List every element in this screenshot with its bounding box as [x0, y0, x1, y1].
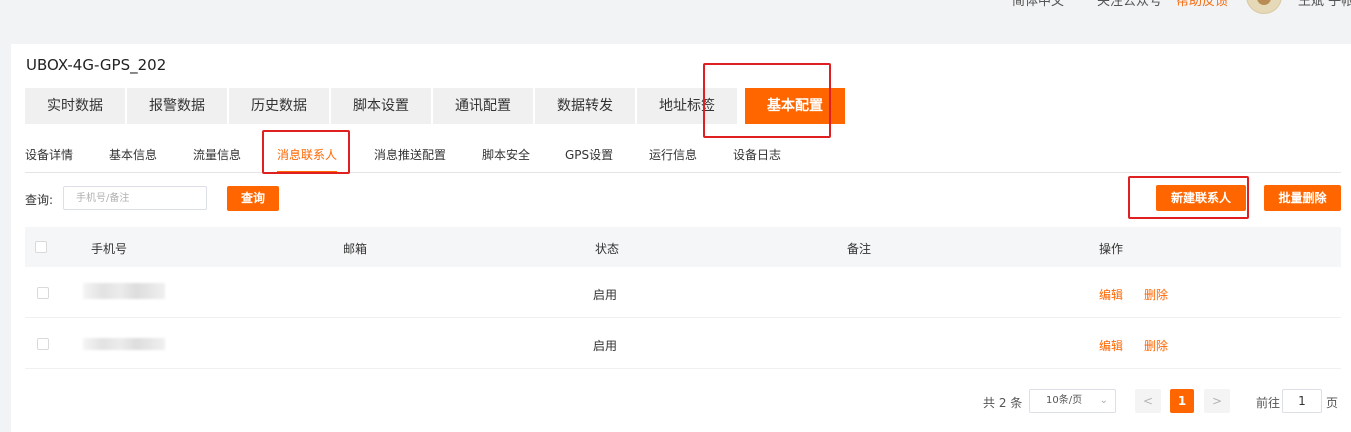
tab-basic-config[interactable]: 基本配置 [745, 88, 845, 124]
table-row: 启用 编辑 删除 [25, 267, 1341, 318]
tab-history-data[interactable]: 历史数据 [229, 88, 329, 124]
tab-communication-config[interactable]: 通讯配置 [433, 88, 533, 124]
select-all-checkbox[interactable] [35, 241, 47, 253]
row-checkbox[interactable] [37, 287, 49, 299]
subtab-traffic-info[interactable]: 流量信息 [193, 146, 241, 171]
phone-number-redacted [83, 283, 165, 299]
status-text: 启用 [593, 288, 618, 302]
phone-number-redacted [83, 338, 165, 350]
tab-realtime-data[interactable]: 实时数据 [25, 88, 125, 124]
batch-delete-button[interactable]: 批量删除 [1264, 185, 1341, 211]
edit-link[interactable]: 编辑 [1099, 337, 1123, 354]
page-size-select[interactable]: 10条/页 ⌄ [1029, 389, 1116, 413]
language-switch[interactable]: 简体中文 [1012, 0, 1064, 9]
prev-page-button[interactable]: < [1135, 389, 1161, 413]
edit-link[interactable]: 编辑 [1099, 286, 1123, 303]
tab-alarm-data[interactable]: 报警数据 [127, 88, 227, 124]
subtab-message-contacts[interactable]: 消息联系人 [277, 146, 338, 173]
tab-address-tags[interactable]: 地址标签 [637, 88, 737, 124]
subtab-script-security[interactable]: 脚本安全 [482, 146, 530, 171]
device-title: UBOX-4G-GPS_202 [26, 56, 167, 74]
delete-link[interactable]: 删除 [1144, 286, 1168, 303]
delete-link[interactable]: 删除 [1144, 337, 1168, 354]
query-button[interactable]: 查询 [227, 186, 279, 211]
tab-script-settings[interactable]: 脚本设置 [331, 88, 431, 124]
column-actions: 操作 [1099, 242, 1124, 256]
main-tab-bar: 实时数据 报警数据 历史数据 脚本设置 通讯配置 数据转发 地址标签 基本配置 [25, 88, 847, 124]
column-note: 备注 [847, 242, 872, 256]
subtab-device-details[interactable]: 设备详情 [25, 146, 73, 171]
goto-unit: 页 [1326, 396, 1339, 410]
column-phone: 手机号 [91, 242, 128, 256]
avatar-face-icon [1257, 0, 1271, 5]
column-email: 邮箱 [343, 242, 368, 256]
subtab-device-log[interactable]: 设备日志 [733, 146, 781, 171]
subtab-runtime-info[interactable]: 运行信息 [649, 146, 697, 171]
search-input[interactable] [63, 186, 207, 210]
table-header: 手机号 邮箱 状态 备注 操作 [25, 227, 1341, 267]
pagination-total: 共 2 条 [983, 396, 1023, 410]
page-size-value: 10条/页 [1046, 395, 1083, 406]
chevron-down-icon: ⌄ [1099, 395, 1108, 406]
row-checkbox[interactable] [37, 338, 49, 350]
status-text: 启用 [593, 339, 618, 353]
subtab-gps-settings[interactable]: GPS设置 [565, 146, 613, 171]
follow-official-account-link[interactable]: 关注公众号 [1097, 0, 1162, 9]
tab-data-forwarding[interactable]: 数据转发 [535, 88, 635, 124]
sub-tab-bar: 设备详情 基本信息 流量信息 消息联系人 消息推送配置 脚本安全 GPS设置 运… [25, 146, 1341, 173]
query-label: 查询: [25, 193, 54, 207]
top-header: 简体中文 关注公众号 帮助反馈 王斌 子帐 [0, 0, 1351, 28]
goto-page-input[interactable]: 1 [1282, 389, 1322, 413]
help-feedback-link[interactable]: 帮助反馈 [1176, 0, 1228, 9]
current-page-button[interactable]: 1 [1170, 389, 1194, 413]
user-name[interactable]: 王斌 子帐 [1298, 0, 1351, 9]
subtab-push-config[interactable]: 消息推送配置 [374, 146, 446, 171]
next-page-button[interactable]: > [1204, 389, 1230, 413]
goto-label: 前往 [1256, 396, 1281, 410]
column-status: 状态 [595, 242, 620, 256]
subtab-basic-info[interactable]: 基本信息 [109, 146, 157, 171]
avatar[interactable] [1246, 0, 1282, 14]
new-contact-button[interactable]: 新建联系人 [1156, 185, 1246, 211]
table-row: 启用 编辑 删除 [25, 318, 1341, 369]
